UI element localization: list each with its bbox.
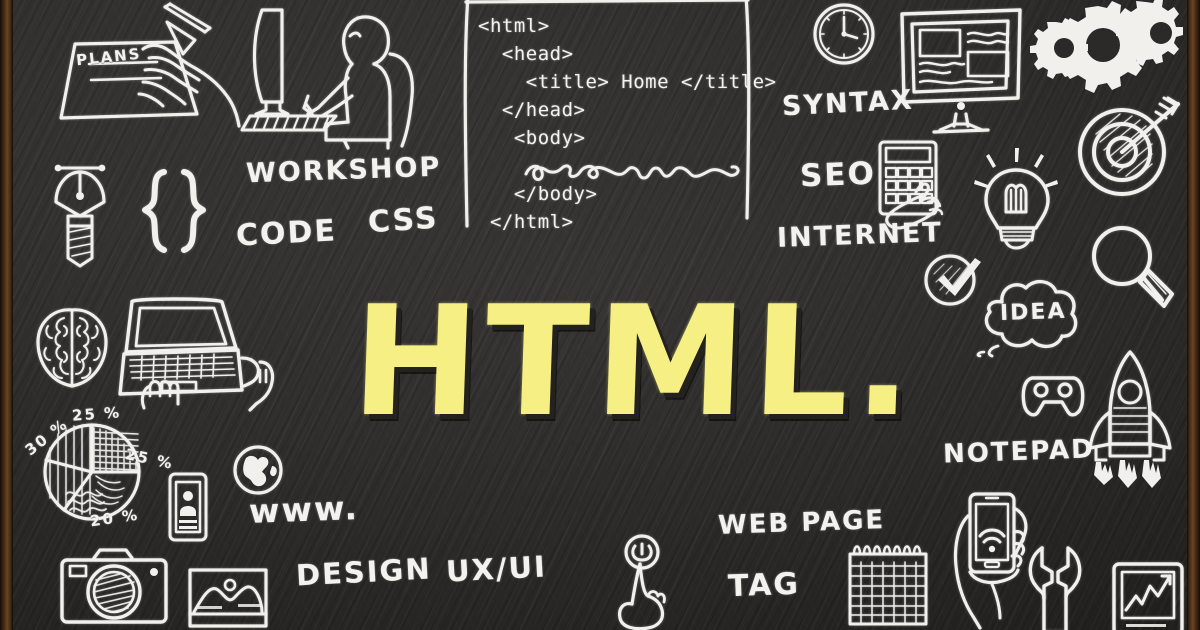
person-at-computer-icon (240, 4, 423, 150)
target-arrow-icon (1074, 96, 1194, 200)
chalkboard-canvas: PLANS <html> <head> <title> Home </title… (0, 0, 1200, 630)
desktop-monitor-icon (896, 6, 1026, 138)
photo-camera-icon (58, 548, 172, 628)
wrench-icon (1026, 546, 1086, 630)
label-tag: TAG (727, 566, 801, 605)
curly-braces-icon (142, 168, 206, 254)
calendar-icon (846, 542, 934, 628)
label-ux-ui: UX/UI (445, 549, 548, 589)
label-internet: INTERNET (776, 217, 944, 254)
wooden-frame-right (1187, 0, 1200, 630)
label-css: CSS (366, 200, 440, 241)
code-block-text: <html> <head> <title> Home </title> </he… (478, 15, 777, 233)
label-design: DESIGN (295, 551, 433, 593)
pie-label-25-top: 25 % (71, 403, 122, 425)
lightbulb-icon (972, 148, 1060, 260)
label-workshop: WORKSHOP (245, 151, 442, 190)
wooden-frame-left (0, 0, 13, 630)
game-controller-icon (1018, 372, 1090, 420)
label-www: www. (248, 488, 360, 531)
label-idea: IDEA (999, 298, 1067, 327)
hand-drawing-plans-icon (45, 2, 245, 128)
brain-icon (34, 304, 112, 392)
fountain-pen-nib-icon (52, 164, 114, 268)
profile-card-phone-icon (166, 472, 214, 546)
code-scribble-line (524, 158, 744, 184)
magnifying-glass-icon (1086, 222, 1178, 320)
label-seo: SEO (799, 155, 877, 195)
checkmark-circle-icon (922, 250, 984, 308)
rocket-icon (1082, 350, 1180, 488)
image-placeholder-icon (186, 568, 270, 630)
gears-icon (1030, 0, 1194, 93)
phone-wifi-hand-icon (952, 492, 1036, 630)
label-syntax: SYNTAX (781, 84, 915, 123)
label-code: CODE (235, 213, 338, 254)
wall-clock-icon (812, 2, 878, 68)
tablet-chart-icon (1110, 562, 1190, 630)
page-title-html: HTML. (348, 273, 922, 450)
label-web-page: WEB PAGE (717, 505, 886, 541)
label-notepad: NOTEPAD (942, 434, 1096, 470)
laptop-hands-mouse-icon (114, 296, 275, 412)
power-button-hand-icon (614, 534, 674, 630)
